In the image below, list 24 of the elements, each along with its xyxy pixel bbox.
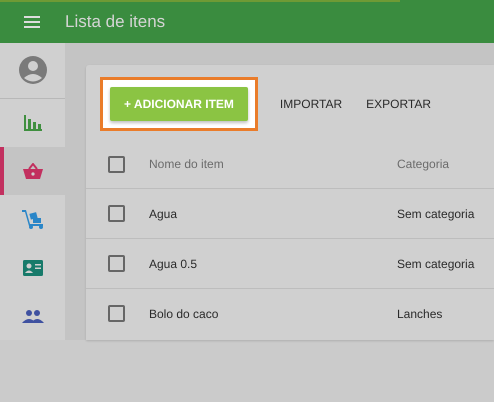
basket-icon [22, 163, 42, 180]
column-header[interactable]: Nome do item [149, 157, 397, 171]
row-checkbox[interactable] [108, 255, 125, 272]
avatar-icon[interactable] [18, 55, 48, 86]
table-cell: Sem categoria [397, 256, 474, 270]
table-cell-text: Agua 0.5 [149, 256, 198, 270]
table-cell: Lanches [397, 306, 442, 320]
add-item-button[interactable]: + ADICIONAR ITEM [110, 87, 248, 121]
id-card-icon [22, 260, 42, 276]
row-checkbox[interactable] [108, 305, 125, 322]
toolbar-action[interactable]: EXPORTAR [366, 97, 432, 111]
page-title: Lista de itens [65, 12, 166, 32]
bar-chart-icon [24, 115, 42, 132]
sidebar-item[interactable] [0, 147, 65, 196]
select-all-checkbox[interactable] [108, 156, 125, 172]
table-cell-text: Bolo do caco [149, 306, 220, 320]
menu-icon[interactable] [24, 16, 40, 28]
toolbar-action[interactable]: IMPORTAR [280, 97, 342, 111]
column-header[interactable]: Categoria [397, 157, 450, 171]
people-icon [22, 308, 44, 323]
table-cell: Sem categoria [397, 206, 474, 220]
hand-truck-icon [22, 209, 44, 230]
table-cell-text: Agua [149, 206, 178, 220]
row-checkbox[interactable] [108, 205, 125, 222]
